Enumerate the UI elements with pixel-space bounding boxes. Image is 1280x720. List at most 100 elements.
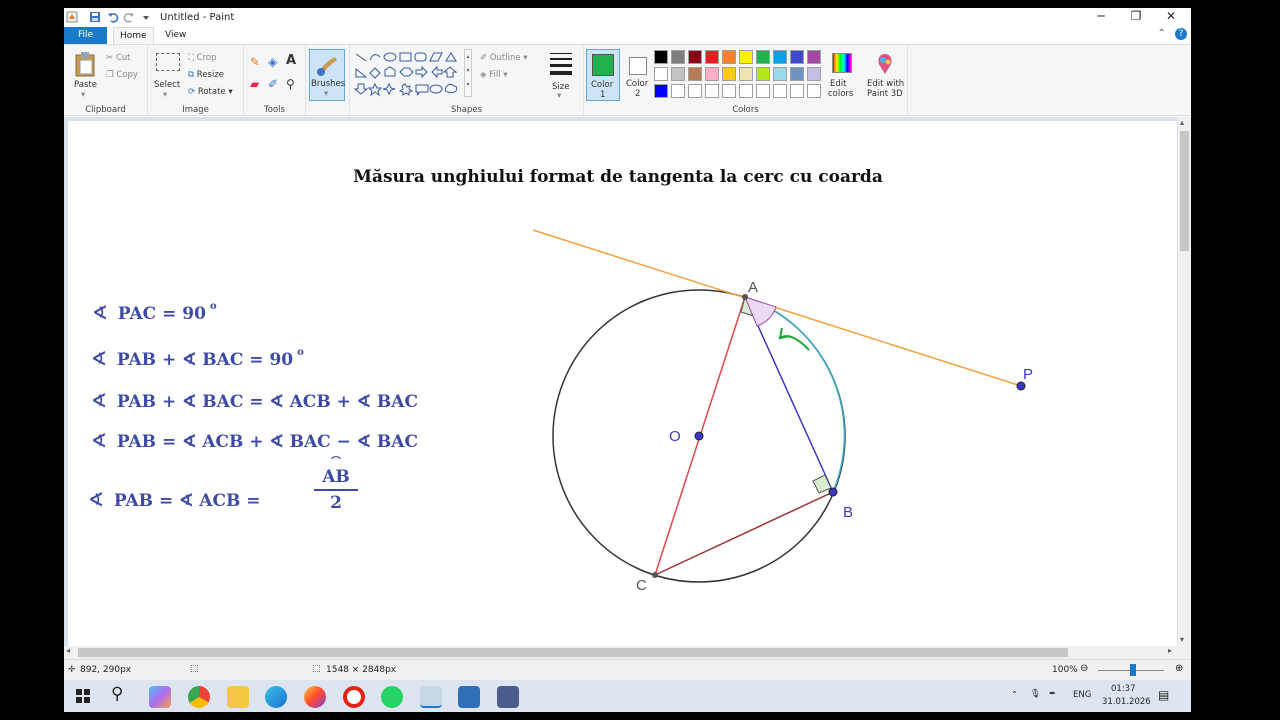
palette-swatch[interactable]	[654, 67, 668, 81]
palette-swatch[interactable]	[739, 67, 753, 81]
select-label[interactable]: Select	[154, 80, 180, 90]
collapse-ribbon-icon[interactable]: ⌃	[1157, 28, 1165, 39]
palette-swatch[interactable]	[722, 84, 736, 98]
pen-icon[interactable]: ✒	[1049, 689, 1056, 699]
color2-button[interactable]: Color 2	[622, 49, 656, 101]
palette-swatch[interactable]	[688, 84, 702, 98]
scroll-down-icon[interactable]: ▾	[1180, 635, 1184, 644]
clock-time[interactable]: 01:37	[1111, 684, 1136, 694]
zoom-in-icon[interactable]: ⊕	[1175, 663, 1183, 674]
vertical-scroll-thumb[interactable]	[1180, 131, 1189, 251]
palette-swatch[interactable]	[688, 50, 702, 64]
palette-swatch[interactable]	[756, 84, 770, 98]
scroll-up-icon[interactable]: ▴	[1180, 118, 1184, 127]
maximize-button[interactable]: ❐	[1118, 8, 1154, 27]
close-button[interactable]: ✕	[1153, 8, 1189, 27]
horizontal-scroll-thumb[interactable]	[78, 648, 1068, 657]
language-indicator[interactable]: ENG	[1073, 690, 1091, 700]
scroll-right-icon[interactable]: ▸	[1168, 646, 1172, 655]
shapes-gallery[interactable]	[354, 51, 472, 97]
whatsapp-icon[interactable]	[381, 686, 403, 708]
copilot-icon[interactable]	[149, 686, 171, 708]
paint3d-button[interactable]: Edit with Paint 3D	[864, 49, 908, 101]
rotate-button[interactable]: ⟳ Rotate ▾	[188, 87, 233, 97]
firefox-icon[interactable]	[304, 686, 326, 708]
palette-swatch[interactable]	[739, 50, 753, 64]
select-dropdown-icon[interactable]: ▾	[163, 90, 167, 100]
palette-swatch[interactable]	[722, 67, 736, 81]
palette-swatch[interactable]	[671, 50, 685, 64]
select-icon[interactable]	[156, 53, 180, 71]
screen-recorder-icon[interactable]	[458, 686, 480, 708]
save-icon[interactable]	[89, 11, 101, 23]
brushes-button[interactable]: Brushes ▾	[309, 49, 345, 101]
palette-swatch[interactable]	[705, 67, 719, 81]
color-picker-icon[interactable]: ✐	[268, 77, 278, 91]
opera-icon[interactable]	[343, 686, 365, 708]
palette-swatch[interactable]	[773, 67, 787, 81]
horizontal-scrollbar[interactable]: ◂ ▸	[64, 646, 1191, 659]
crop-button[interactable]: ⛶ Crop	[188, 53, 217, 63]
palette-swatch[interactable]	[773, 50, 787, 64]
palette-swatch[interactable]	[807, 84, 821, 98]
size-button[interactable]: Size ▾	[544, 49, 578, 101]
paste-icon[interactable]	[74, 51, 96, 77]
copy-button[interactable]: ❐ Copy	[106, 70, 138, 80]
palette-swatch[interactable]	[705, 50, 719, 64]
chrome-icon[interactable]	[188, 686, 210, 708]
palette-swatch[interactable]	[671, 67, 685, 81]
search-icon[interactable]: ⚲	[111, 684, 123, 704]
palette-swatch[interactable]	[790, 84, 804, 98]
file-explorer-icon[interactable]	[227, 686, 249, 708]
palette-swatch[interactable]	[739, 84, 753, 98]
text-tool-icon[interactable]: A	[286, 53, 296, 68]
tray-chevron-icon[interactable]: ⌃	[1011, 690, 1018, 700]
resize-button[interactable]: ⧉ Resize	[188, 70, 224, 80]
fill-bucket-icon[interactable]: ◈	[268, 55, 277, 69]
palette-swatch[interactable]	[807, 50, 821, 64]
palette-swatch[interactable]	[790, 50, 804, 64]
drawing-canvas[interactable]: Măsura unghiului format de tangenta la c…	[68, 121, 1177, 659]
edit-colors-button[interactable]: Edit colors	[826, 49, 858, 101]
notifications-icon[interactable]: ▤	[1158, 688, 1169, 702]
pencil-icon[interactable]: ✎	[250, 55, 260, 69]
media-app-icon[interactable]	[497, 686, 519, 708]
palette-swatch[interactable]	[654, 50, 668, 64]
minimize-button[interactable]: ─	[1083, 8, 1119, 27]
paste-label[interactable]: Paste	[74, 80, 97, 90]
palette-swatch[interactable]	[756, 67, 770, 81]
clock-date[interactable]: 31.01.2026	[1102, 697, 1151, 707]
palette-swatch[interactable]	[688, 67, 702, 81]
eraser-icon[interactable]: ▰	[250, 77, 259, 91]
undo-icon[interactable]	[107, 11, 119, 23]
windows-start-icon[interactable]	[76, 689, 90, 703]
color1-button[interactable]: Color 1	[586, 49, 620, 101]
tab-view[interactable]: View	[159, 27, 192, 44]
cut-button[interactable]: ✂ Cut	[106, 53, 130, 63]
microphone-icon[interactable]: 🎙	[1030, 689, 1041, 699]
palette-swatch[interactable]	[705, 84, 719, 98]
tab-home[interactable]: Home	[113, 27, 154, 44]
vertical-scrollbar[interactable]: ▴ ▾	[1178, 117, 1191, 651]
palette-swatch[interactable]	[722, 50, 736, 64]
tab-file[interactable]: File	[64, 27, 107, 44]
palette-swatch[interactable]	[654, 84, 668, 98]
paint-taskbar-icon[interactable]	[420, 686, 442, 708]
palette-swatch[interactable]	[756, 50, 770, 64]
paste-dropdown-icon[interactable]: ▾	[81, 90, 85, 100]
scroll-left-icon[interactable]: ◂	[66, 646, 70, 655]
edge-icon[interactable]	[265, 686, 287, 708]
palette-swatch[interactable]	[671, 84, 685, 98]
magnifier-icon[interactable]: ⚲	[286, 77, 295, 91]
palette-swatch[interactable]	[773, 84, 787, 98]
zoom-slider-thumb[interactable]	[1130, 664, 1136, 676]
outline-button[interactable]: ✐ Outline ▾	[480, 53, 528, 63]
fill-button[interactable]: ◈ Fill ▾	[480, 70, 508, 80]
quick-access-dropdown-icon[interactable]	[140, 11, 152, 23]
redo-icon[interactable]	[123, 11, 135, 23]
zoom-out-icon[interactable]: ⊖	[1080, 663, 1088, 674]
help-icon[interactable]: ?	[1175, 28, 1187, 40]
palette-swatch[interactable]	[807, 67, 821, 81]
shapes-scroll[interactable]: ▴ ▾ ▾	[464, 49, 472, 97]
palette-swatch[interactable]	[790, 67, 804, 81]
